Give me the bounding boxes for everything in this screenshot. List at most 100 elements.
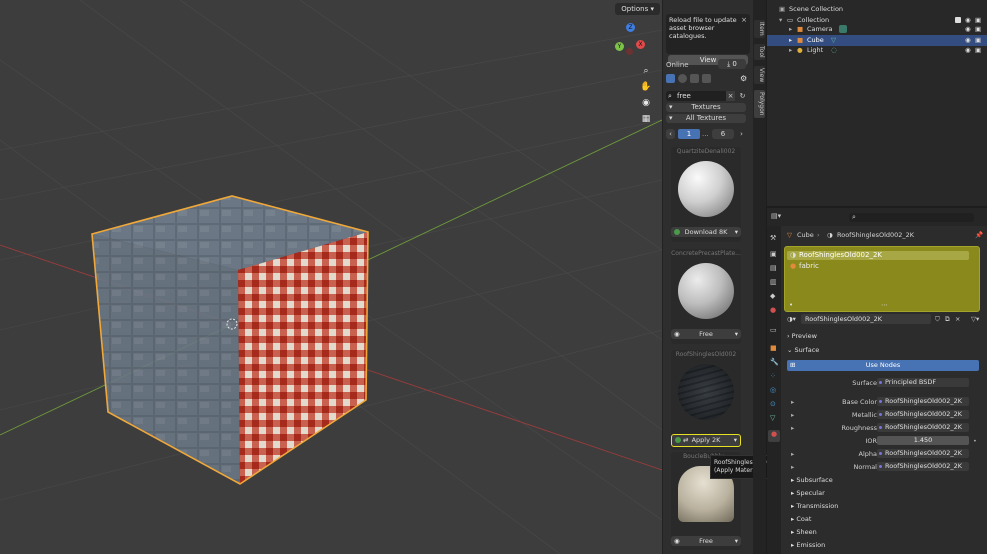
gizmo-neg-x[interactable]: [626, 48, 633, 55]
close-icon[interactable]: ×: [741, 16, 747, 24]
surface-shader-field[interactable]: Principled BSDF: [877, 378, 969, 387]
render-icon[interactable]: ▣: [770, 250, 777, 258]
grid-icon[interactable]: [690, 74, 699, 83]
eye-icon[interactable]: ◉: [965, 24, 971, 35]
tab-polygon[interactable]: Polygon: [754, 90, 765, 118]
chevron-right-icon[interactable]: ▸: [791, 410, 794, 420]
pin-icon[interactable]: 📌: [975, 230, 983, 240]
properties-search-input[interactable]: ⌕: [849, 213, 974, 222]
viewport-scene[interactable]: [0, 0, 662, 554]
asset-card[interactable]: RoofShinglesOld002 ⇄ Apply 2K ▾: [671, 350, 741, 450]
camera-render-icon[interactable]: ▣: [975, 24, 981, 35]
keyframe-dot-icon[interactable]: •: [973, 436, 977, 446]
coat-section[interactable]: ▸ Coat: [791, 515, 811, 523]
page-current-button[interactable]: 1: [678, 129, 700, 139]
clear-search-icon[interactable]: ×: [726, 91, 735, 101]
specular-section[interactable]: ▸ Specular: [791, 489, 825, 497]
download-8k-button[interactable]: Download 8K ▾: [671, 227, 741, 237]
zoom-icon[interactable]: ⌕: [639, 64, 653, 78]
refresh-icon[interactable]: ↻: [738, 91, 747, 101]
fake-user-shield-icon[interactable]: ⛉: [935, 314, 940, 324]
mesh-data-icon[interactable]: ▽: [770, 414, 775, 422]
filter-all-icon[interactable]: [666, 74, 675, 83]
gizmo-z-axis[interactable]: Z: [626, 23, 635, 32]
camera-render-icon[interactable]: ▣: [975, 45, 981, 56]
physics-icon[interactable]: ◎: [770, 386, 776, 394]
emission-section[interactable]: ▸ Emission: [791, 541, 825, 549]
outliner-row-scene-collection[interactable]: ▣ Scene Collection: [767, 4, 987, 15]
apply-2k-button[interactable]: ⇄ Apply 2K ▾: [671, 434, 741, 447]
surface-section[interactable]: ⌄ Surface: [787, 346, 819, 354]
users-icon[interactable]: [702, 74, 711, 83]
material-name-field[interactable]: RoofShinglesOld002_2K: [801, 314, 931, 324]
page-last-button[interactable]: 6: [712, 129, 734, 139]
free-button[interactable]: ◉ Free ▾: [671, 536, 741, 546]
resize-grip-icon[interactable]: ⋯: [881, 301, 888, 309]
base-color-field[interactable]: RoofShinglesOld002_2K: [877, 397, 969, 406]
search-input[interactable]: ⌕ free: [666, 91, 733, 101]
verified-icon[interactable]: [678, 74, 687, 83]
tab-tool[interactable]: Tool: [754, 44, 765, 60]
material-slot-item[interactable]: ◑ RoofShinglesOld002_2K: [787, 251, 969, 260]
collection-icon[interactable]: ▭: [770, 326, 777, 334]
transmission-section[interactable]: ▸ Transmission: [791, 502, 838, 510]
prev-page-button[interactable]: ‹: [666, 129, 675, 139]
constraints-icon[interactable]: ⊙: [770, 400, 776, 408]
tab-view[interactable]: View: [754, 66, 765, 85]
ior-slider[interactable]: 1.450: [877, 436, 969, 445]
normal-field[interactable]: RoofShinglesOld002_2K: [877, 462, 969, 471]
material-slot-item[interactable]: ● fabric: [787, 262, 969, 271]
subsurface-section[interactable]: ▸ Subsurface: [791, 476, 833, 484]
asset-thumbnail[interactable]: [678, 263, 734, 319]
eye-icon[interactable]: ◉: [965, 45, 971, 56]
material-browse-icon[interactable]: ◑▾: [787, 314, 796, 324]
camera-view-icon[interactable]: ◉: [639, 96, 653, 110]
tool-icon[interactable]: ⚒: [770, 234, 776, 242]
gizmo-x-axis[interactable]: X: [636, 40, 645, 49]
metallic-field[interactable]: RoofShinglesOld002_2K: [877, 410, 969, 419]
duplicate-icon[interactable]: ⧉: [945, 314, 950, 324]
roughness-field[interactable]: RoofShinglesOld002_2K: [877, 423, 969, 432]
free-button[interactable]: ◉ Free ▾: [671, 329, 741, 339]
alpha-field[interactable]: RoofShinglesOld002_2K: [877, 449, 969, 458]
next-page-button[interactable]: ›: [737, 129, 746, 139]
material-icon[interactable]: ●: [768, 430, 780, 442]
drag-handle-icon[interactable]: •: [789, 301, 793, 309]
chevron-right-icon[interactable]: ▸: [791, 423, 794, 433]
outliner-row-light[interactable]: ▸ ● Light ◌ ◉ ▣: [767, 45, 987, 56]
camera-data-icon[interactable]: [839, 25, 847, 33]
asset-thumbnail[interactable]: [678, 161, 734, 217]
funnel-icon[interactable]: ▽▾: [971, 314, 979, 324]
light-data-icon[interactable]: ◌: [831, 45, 837, 56]
chevron-right-icon[interactable]: ▸: [791, 449, 794, 459]
use-nodes-button[interactable]: ⊞ Use Nodes: [787, 360, 979, 371]
scene-icon[interactable]: ◆: [770, 292, 775, 300]
particles-icon[interactable]: ⁘: [770, 372, 776, 380]
object-icon[interactable]: ■: [770, 344, 777, 352]
tab-item[interactable]: Item: [754, 20, 765, 38]
asset-card[interactable]: ConcretePrecastPlate... ◉ Free ▾: [671, 249, 741, 344]
download-count-badge[interactable]: ⤓ 0: [718, 59, 746, 69]
close-icon[interactable]: ×: [955, 314, 960, 324]
category-dropdown[interactable]: ▾ Textures: [666, 103, 746, 112]
navigation-gizmo[interactable]: Z X Y: [612, 22, 648, 58]
gear-icon[interactable]: ⚙: [740, 74, 749, 83]
preview-section[interactable]: › Preview: [787, 332, 817, 340]
checkbox-icon[interactable]: [955, 17, 961, 23]
material-slots-list[interactable]: ◑ RoofShinglesOld002_2K ● fabric • ⋯: [784, 246, 980, 312]
sheen-section[interactable]: ▸ Sheen: [791, 528, 817, 536]
chevron-right-icon[interactable]: ▸: [791, 462, 794, 472]
3d-viewport[interactable]: Options ▾ Z X Y ⌕ ✋ ◉ ▦: [0, 0, 662, 554]
output-icon[interactable]: ▤: [770, 264, 777, 272]
outliner-row-camera[interactable]: ▸ ■ Camera ◉ ▣: [767, 24, 987, 35]
options-dropdown[interactable]: Options ▾: [615, 3, 660, 15]
modifier-wrench-icon[interactable]: 🔧: [770, 358, 779, 366]
pan-hand-icon[interactable]: ✋: [639, 80, 653, 94]
subcategory-dropdown[interactable]: ▾ All Textures: [666, 114, 746, 123]
chevron-right-icon[interactable]: ▸: [791, 397, 794, 407]
editor-type-icon[interactable]: ▤▾: [771, 212, 781, 220]
world-icon[interactable]: ●: [770, 306, 776, 314]
asset-card[interactable]: QuartziteDenali002 Download 8K ▾: [671, 147, 741, 242]
gizmo-y-axis[interactable]: Y: [615, 42, 624, 51]
view-layer-icon[interactable]: ▥: [770, 278, 777, 286]
